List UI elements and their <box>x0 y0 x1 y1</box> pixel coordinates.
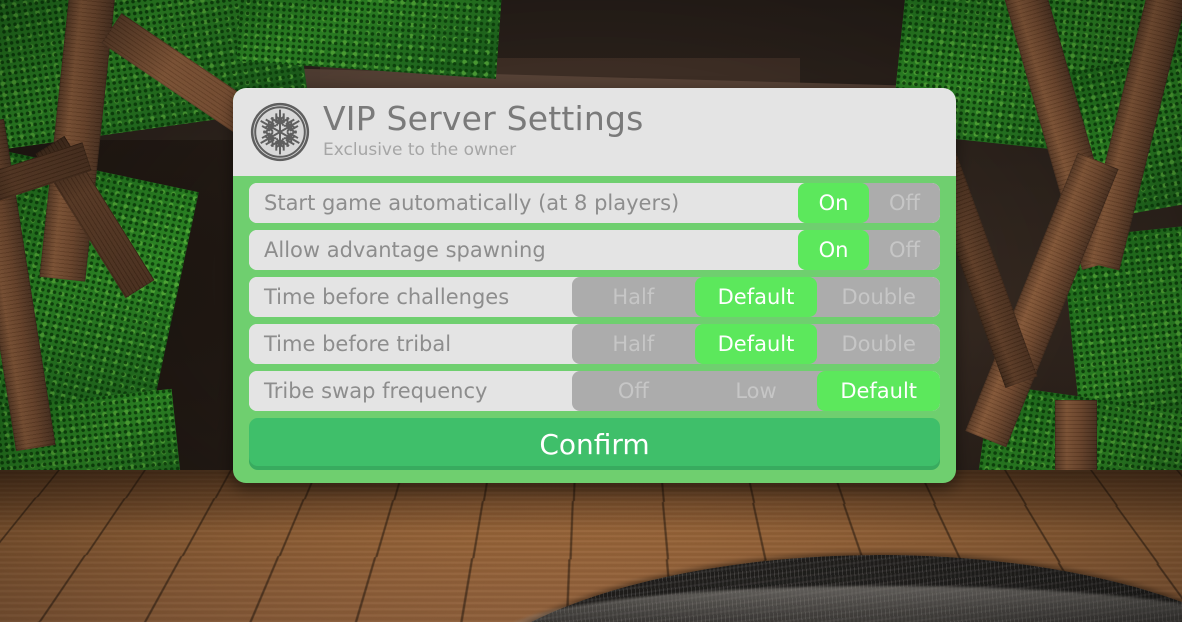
settings-list: Start game automatically (at 8 players) O… <box>249 183 940 411</box>
setting-row: Time before challenges Half Default Double <box>249 277 940 317</box>
option-button[interactable]: Half <box>572 324 695 364</box>
setting-options: On Off <box>798 230 940 270</box>
setting-label: Start game automatically (at 8 players) <box>249 183 798 223</box>
option-button[interactable]: Off <box>869 183 940 223</box>
option-button[interactable]: Default <box>694 277 818 317</box>
setting-options: On Off <box>798 183 940 223</box>
option-button[interactable]: On <box>798 230 869 270</box>
setting-row: Allow advantage spawning On Off <box>249 230 940 270</box>
page-subtitle: Exclusive to the owner <box>323 139 517 160</box>
page-title: VIP Server Settings <box>323 99 644 139</box>
setting-label: Time before tribal <box>249 324 572 364</box>
option-button[interactable]: Low <box>695 371 818 411</box>
setting-label: Allow advantage spawning <box>249 230 798 270</box>
maze-crest-icon <box>250 102 310 162</box>
option-button[interactable]: Off <box>869 230 940 270</box>
confirm-button[interactable]: Confirm <box>249 418 940 470</box>
setting-options: Off Low Default <box>572 371 940 411</box>
panel-body: Start game automatically (at 8 players) O… <box>233 176 956 483</box>
option-button[interactable]: Double <box>817 277 940 317</box>
option-button[interactable]: Off <box>572 371 695 411</box>
setting-row: Time before tribal Half Default Double <box>249 324 940 364</box>
option-button[interactable]: Default <box>817 371 940 411</box>
setting-label: Tribe swap frequency <box>249 371 572 411</box>
option-button[interactable]: Default <box>694 324 818 364</box>
setting-label: Time before challenges <box>249 277 572 317</box>
panel-header: VIP Server Settings Exclusive to the own… <box>233 88 956 176</box>
vip-server-settings-panel: VIP Server Settings Exclusive to the own… <box>233 88 956 483</box>
setting-options: Half Default Double <box>572 324 940 364</box>
panel-header-text: VIP Server Settings Exclusive to the own… <box>323 102 644 162</box>
option-button[interactable]: Double <box>817 324 940 364</box>
setting-row: Tribe swap frequency Off Low Default <box>249 371 940 411</box>
setting-options: Half Default Double <box>572 277 940 317</box>
setting-row: Start game automatically (at 8 players) O… <box>249 183 940 223</box>
option-button[interactable]: Half <box>572 277 695 317</box>
option-button[interactable]: On <box>798 183 869 223</box>
game-scene: VIP Server Settings Exclusive to the own… <box>0 0 1182 622</box>
